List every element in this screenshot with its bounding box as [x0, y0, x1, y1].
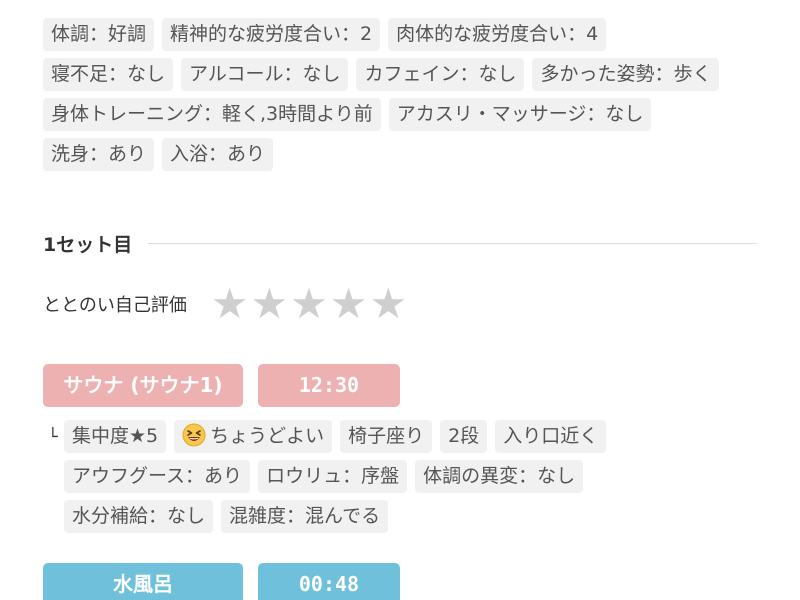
star-icon[interactable]: ★: [330, 282, 368, 326]
detail-tag-row: 集中度★5 ちょうどよい 椅子座り 2段 入り口近く: [64, 420, 768, 453]
condition-tag: カフェイン：なし: [356, 58, 525, 91]
condition-tag: 洗身：あり: [43, 138, 155, 171]
star-icon[interactable]: ★: [211, 282, 249, 326]
rating-label: ととのい自己評価: [43, 295, 187, 316]
sauna-details: └ 集中度★5 ちょうどよい 椅子座り 2段 入り口近く アウフグース：あり ロ…: [48, 420, 768, 540]
detail-tag: 水分補給：なし: [64, 500, 214, 533]
detail-tag-row: 水分補給：なし 混雑度：混んでる: [64, 500, 768, 533]
set-divider: [148, 242, 757, 244]
condition-tag-row: 洗身：あり 入浴：あり: [43, 138, 763, 171]
set-title: 1セット目: [43, 233, 133, 256]
detail-tag: 2段: [440, 420, 488, 453]
condition-tag-row: 身体トレーニング：軽く,3時間より前 アカスリ・マッサージ：なし: [43, 98, 763, 131]
detail-tag: アウフグース：あり: [64, 460, 251, 493]
branch-symbol: └: [48, 427, 58, 446]
star-icon[interactable]: ★: [369, 282, 407, 326]
sauna-detail-tags: 集中度★5 ちょうどよい 椅子座り 2段 入り口近く アウフグース：あり ロウリ…: [64, 420, 768, 533]
detail-tag: 椅子座り: [340, 420, 433, 453]
water-name-badge: 水風呂: [43, 563, 243, 600]
water-time-badge: 00:48: [258, 563, 400, 600]
sauna-step: サウナ (サウナ1) 12:30: [43, 364, 400, 407]
detail-tag: ロウリュ：序盤: [258, 460, 408, 493]
star-icon[interactable]: ★: [250, 282, 288, 326]
condition-tag: 肉体的な疲労度合い：4: [388, 18, 607, 51]
condition-tag: 体調：好調: [43, 18, 155, 51]
grinning-squinting-face-icon: [182, 423, 206, 447]
self-rating: ととのい自己評価 ★ ★ ★ ★ ★: [43, 282, 409, 326]
detail-tag: 入り口近く: [495, 420, 607, 453]
detail-tag-row: アウフグース：あり ロウリュ：序盤 体調の異変：なし: [64, 460, 768, 493]
condition-tag: 寝不足：なし: [43, 58, 174, 91]
detail-tag: 体調の異変：なし: [415, 460, 584, 493]
condition-tag-row: 寝不足：なし アルコール：なし カフェイン：なし 多かった姿勢：歩く: [43, 58, 763, 91]
set-header: 1セット目: [43, 228, 757, 258]
condition-tag: 精神的な疲労度合い：2: [162, 18, 381, 51]
star-icon[interactable]: ★: [290, 282, 328, 326]
sauna-time-badge: 12:30: [258, 364, 400, 407]
detail-tag: 集中度★5: [64, 420, 167, 453]
condition-tag: 身体トレーニング：軽く,3時間より前: [43, 98, 381, 131]
condition-tag: アルコール：なし: [181, 58, 349, 91]
sauna-log-page: 体調：好調 精神的な疲労度合い：2 肉体的な疲労度合い：4 寝不足：なし アルコ…: [0, 0, 800, 600]
detail-tag-feeling: ちょうどよい: [174, 420, 333, 453]
condition-tag: 多かった姿勢：歩く: [532, 58, 720, 91]
detail-tag: 混雑度：混んでる: [221, 500, 389, 533]
condition-tag: アカスリ・マッサージ：なし: [388, 98, 652, 131]
detail-tag-label: ちょうどよい: [210, 425, 325, 447]
condition-tag-row: 体調：好調 精神的な疲労度合い：2 肉体的な疲労度合い：4: [43, 18, 763, 51]
condition-tags: 体調：好調 精神的な疲労度合い：2 肉体的な疲労度合い：4 寝不足：なし アルコ…: [43, 18, 763, 178]
water-step: 水風呂 00:48: [43, 563, 400, 600]
condition-tag: 入浴：あり: [162, 138, 274, 171]
sauna-name-badge: サウナ (サウナ1): [43, 364, 243, 407]
